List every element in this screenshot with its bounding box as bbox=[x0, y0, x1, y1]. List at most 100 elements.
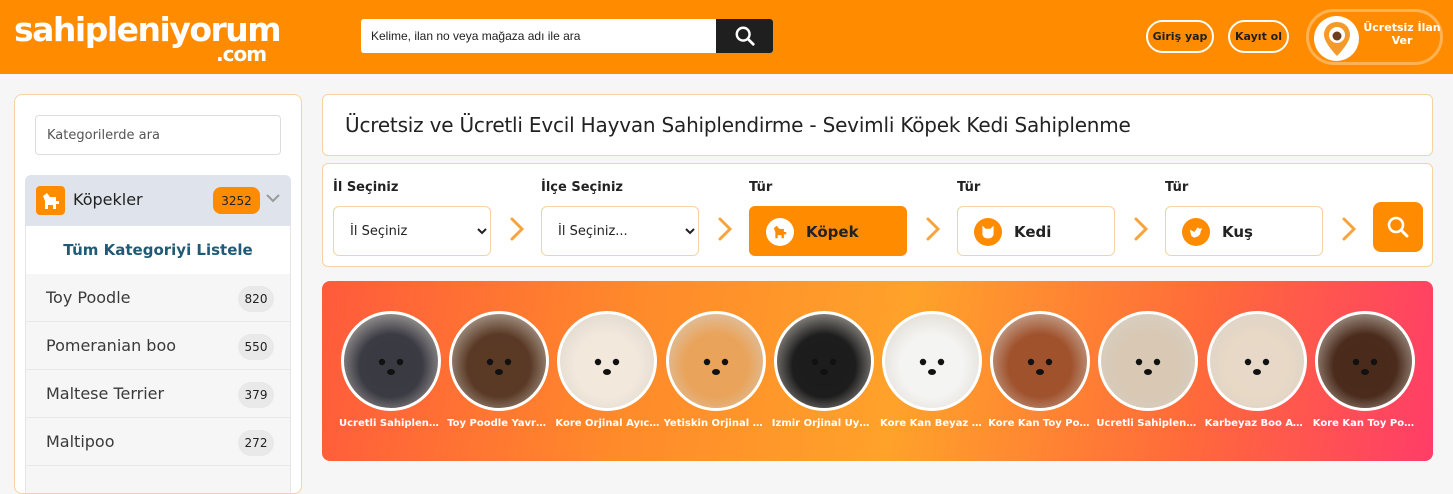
post-ad-button[interactable]: Ücretsiz İlan Ver bbox=[1306, 9, 1443, 65]
pet-photo-icon bbox=[473, 342, 526, 390]
dog-icon bbox=[36, 186, 65, 215]
type-label: Tür bbox=[957, 180, 981, 195]
pet-photo-icon bbox=[797, 342, 850, 390]
story-thumbnail bbox=[1314, 311, 1415, 411]
chevron-right-icon bbox=[1342, 217, 1357, 241]
list-item[interactable]: Pomeranian boo 550 bbox=[26, 322, 290, 370]
story-carousel: Ucretli Sahiplenme Toy Poodle Yavruları Ko… bbox=[322, 281, 1433, 461]
story-label: İzmir Orjinal Uyumlu bbox=[771, 418, 876, 429]
story-item[interactable]: Kore Kan Beyaz Poodle bbox=[880, 311, 984, 429]
story-item[interactable]: Ucretli Sahiplenme bbox=[339, 311, 443, 429]
register-button[interactable]: Kayıt ol bbox=[1228, 20, 1289, 53]
category-count-badge: 3252 bbox=[213, 187, 260, 214]
story-label: Kore Kan Beyaz Poodle bbox=[880, 418, 984, 429]
type-dog-label: Köpek bbox=[806, 223, 859, 241]
province-select[interactable]: İl Seçiniz bbox=[333, 206, 491, 256]
list-all-link[interactable]: Tüm Kategoriyi Listele bbox=[26, 226, 290, 274]
pet-photo-icon bbox=[1230, 342, 1283, 390]
chevron-right-icon bbox=[926, 217, 941, 241]
pet-photo-icon bbox=[581, 342, 634, 390]
story-label: Toy Poodle Yavruları bbox=[447, 418, 552, 429]
story-label: Yetiskin Orjinal Boo bbox=[663, 418, 768, 429]
story-thumbnail bbox=[773, 311, 874, 411]
story-item[interactable]: Kore Orjinal Ayıcık bbox=[555, 311, 659, 429]
search-input[interactable] bbox=[361, 19, 716, 53]
list-item[interactable]: Toy Poodle 820 bbox=[26, 274, 290, 322]
story-label: Kore Kan Toy Poodle bbox=[1312, 418, 1417, 429]
pet-photo-icon bbox=[1338, 342, 1391, 390]
list-item-count: 550 bbox=[238, 334, 274, 360]
type-bird-label: Kuş bbox=[1222, 223, 1253, 241]
pet-photo-icon bbox=[689, 342, 742, 390]
chevron-right-icon bbox=[510, 217, 525, 241]
story-thumbnail bbox=[341, 311, 441, 411]
story-label: Kore Orjinal Ayıcık bbox=[555, 418, 660, 429]
category-search-input[interactable] bbox=[35, 115, 281, 155]
chevron-down-icon bbox=[266, 194, 280, 203]
type-label: Tür bbox=[1165, 180, 1189, 195]
dog-icon bbox=[766, 218, 794, 246]
category-title: Köpekler bbox=[73, 190, 143, 209]
district-select[interactable]: İl Seçiniz... bbox=[541, 206, 699, 256]
story-item[interactable]: Karbeyaz Boo Ayıcık bbox=[1205, 311, 1309, 429]
story-item[interactable]: Kore Kan Toy Poodle bbox=[988, 311, 1092, 429]
type-dog-button[interactable]: Köpek bbox=[749, 206, 907, 256]
cat-icon bbox=[974, 218, 1002, 246]
filter-bar: İl Seçiniz İl Seçiniz İlçe Seçiniz İl Se… bbox=[322, 163, 1433, 267]
list-item-label: Pomeranian boo bbox=[46, 336, 177, 355]
chevron-right-icon bbox=[718, 217, 733, 241]
pet-photo-icon bbox=[1014, 342, 1067, 390]
page-title: Ücretsiz ve Ücretli Evcil Hayvan Sahiple… bbox=[345, 113, 1131, 137]
story-item[interactable]: Toy Poodle Yavruları bbox=[447, 311, 551, 429]
pet-photo-icon bbox=[906, 342, 958, 390]
filter-search-button[interactable] bbox=[1373, 202, 1423, 252]
story-item[interactable]: Yetiskin Orjinal Boo bbox=[664, 311, 768, 429]
list-item-count: 379 bbox=[238, 382, 274, 408]
list-item[interactable] bbox=[26, 466, 290, 493]
pin-logo-icon bbox=[1314, 16, 1359, 61]
bird-icon bbox=[1182, 218, 1210, 246]
pet-photo-icon bbox=[365, 342, 417, 390]
list-item[interactable]: Maltese Terrier 379 bbox=[26, 370, 290, 418]
story-thumbnail bbox=[990, 311, 1091, 411]
pet-photo-icon bbox=[1122, 342, 1175, 390]
top-header: sahipleniyorum .com Giriş yap Kayıt ol Ü… bbox=[0, 0, 1453, 74]
subcategory-list: Tüm Kategoriyi Listele Toy Poodle 820 Po… bbox=[25, 226, 291, 493]
list-item-count: 820 bbox=[238, 286, 274, 312]
logo-domain: .com bbox=[216, 42, 267, 66]
search-button[interactable] bbox=[716, 19, 773, 53]
search-bar bbox=[361, 19, 773, 53]
story-label: Karbeyaz Boo Ayıcık bbox=[1204, 418, 1309, 429]
list-item-label: Maltese Terrier bbox=[46, 384, 165, 403]
story-thumbnail bbox=[882, 311, 982, 411]
story-item[interactable]: İzmir Orjinal Uyumlu bbox=[772, 311, 876, 429]
login-button[interactable]: Giriş yap bbox=[1146, 20, 1214, 53]
story-item[interactable]: Ucretli Sahiplenme bbox=[1096, 311, 1200, 429]
story-thumbnail bbox=[1206, 311, 1307, 411]
chevron-right-icon bbox=[1134, 217, 1149, 241]
post-ad-label: Ücretsiz İlan Ver bbox=[1363, 21, 1441, 47]
story-thumbnail bbox=[449, 311, 550, 411]
province-label: İl Seçiniz bbox=[333, 180, 399, 195]
list-item-count: 272 bbox=[238, 430, 274, 456]
category-sidebar: Köpekler 3252 Tüm Kategoriyi Listele Toy… bbox=[14, 94, 302, 494]
story-thumbnail bbox=[1098, 311, 1199, 411]
type-label: Tür bbox=[749, 180, 773, 195]
type-cat-label: Kedi bbox=[1014, 223, 1052, 241]
story-thumbnail bbox=[665, 311, 766, 411]
list-item-label: Maltipoo bbox=[46, 432, 115, 451]
district-label: İlçe Seçiniz bbox=[541, 180, 623, 195]
story-item[interactable]: Kore Kan Toy Poodle bbox=[1313, 311, 1417, 429]
site-logo[interactable]: sahipleniyorum .com bbox=[14, 10, 284, 66]
search-icon bbox=[1387, 216, 1409, 238]
type-cat-button[interactable]: Kedi bbox=[957, 206, 1115, 256]
page-title-box: Ücretsiz ve Ücretli Evcil Hayvan Sahiple… bbox=[322, 94, 1433, 156]
search-icon bbox=[735, 26, 755, 46]
list-item-label: Toy Poodle bbox=[46, 288, 131, 307]
story-thumbnail bbox=[557, 311, 658, 411]
story-label: Ucretli Sahiplenme bbox=[339, 418, 443, 429]
list-item[interactable]: Maltipoo 272 bbox=[26, 418, 290, 466]
type-bird-button[interactable]: Kuş bbox=[1165, 206, 1323, 256]
category-header-dogs[interactable]: Köpekler 3252 bbox=[25, 175, 291, 226]
story-label: Ucretli Sahiplenme bbox=[1096, 418, 1201, 429]
